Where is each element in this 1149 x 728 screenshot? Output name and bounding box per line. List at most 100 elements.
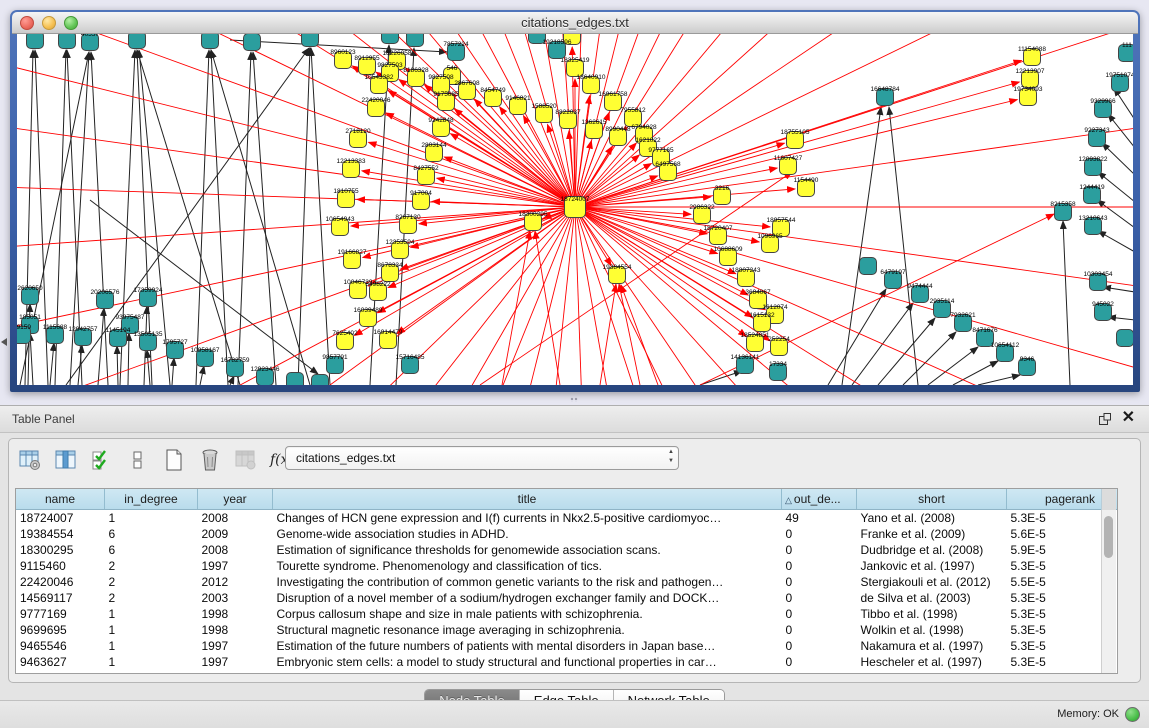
table-scrollbar[interactable] [1101,510,1116,673]
network-canvas[interactable]: 8960123891295518226058982750310543382818… [17,34,1133,385]
column-header-title[interactable]: title [273,489,782,510]
column-header-name[interactable]: name [16,489,105,510]
graph-node[interactable]: 9346 [1019,356,1036,376]
new-column-icon[interactable] [161,447,187,473]
graph-node[interactable]: 8454749 [480,87,506,107]
graph-node[interactable]: 1145194 [106,327,131,347]
graph-node[interactable]: 1810755 [333,188,359,208]
graph-node[interactable]: 3216 [714,185,731,205]
table-row[interactable]: 969969511998Structural magnetic resonanc… [16,622,1118,638]
graph-node[interactable]: 8215358 [1050,201,1076,221]
graph-node[interactable]: 18720407 [704,225,733,245]
graph-node[interactable] [244,34,261,51]
graph-node[interactable]: 9242848 [428,117,454,137]
graph-node[interactable]: 1115688 [43,324,68,344]
graph-node[interactable]: 18724007 [561,196,590,218]
graph-node[interactable]: 8427552 [413,165,439,185]
graph-node[interactable]: 10958167 [191,347,220,367]
graph-node[interactable]: 18807243 [732,267,761,287]
graph-node[interactable]: 945022 [1092,301,1114,321]
graph-node[interactable]: 7857224 [443,41,469,61]
graph-node[interactable] [27,34,44,49]
graph-node[interactable]: 12353594 [386,239,415,259]
select-columns-icon[interactable] [89,447,115,473]
graph-node[interactable]: 7625402 [332,330,358,350]
graph-node[interactable]: 18524851 [741,332,770,352]
show-columns-icon[interactable] [53,447,79,473]
column-header-year[interactable]: year [198,489,273,510]
table-row[interactable]: 946554611997Estimation of the future num… [16,638,1118,654]
graph-node[interactable]: 16033809 [401,34,430,47]
graph-node[interactable]: 8267130 [395,214,421,234]
graph-node[interactable]: 1588520 [531,103,557,123]
table-mode-icon[interactable] [17,447,43,473]
graph-node[interactable]: 17334 [769,361,787,381]
graph-node[interactable] [287,373,304,386]
graph-node[interactable]: 1154490 [794,177,819,197]
table-row[interactable]: 946362711997Embryonic stem cells: a mode… [16,654,1118,670]
close-panel-icon[interactable]: ✕ [1122,409,1135,427]
column-header-short[interactable]: short [857,489,1007,510]
table-row[interactable]: 977716911998Corpus callosum shape and si… [16,606,1118,622]
delete-column-icon[interactable] [197,447,223,473]
row-height-icon[interactable] [125,447,151,473]
graph-node[interactable]: 252254 [768,336,790,356]
graph-node[interactable]: 19734093 [1014,86,1043,106]
graph-node[interactable]: 1096965 [757,233,783,253]
graph-node[interactable]: 19751074 [1106,72,1133,92]
graph-node[interactable] [202,34,219,49]
graph-node[interactable]: 11154088 [1018,46,1046,66]
graph-node[interactable]: 9329966 [1090,98,1116,118]
graph-node[interactable]: 16782759 [221,357,250,377]
panel-divider-handle[interactable] [570,397,578,402]
table-row[interactable]: 1938455462009Genome-wide association stu… [16,526,1118,542]
graph-node[interactable]: 10654112 [991,342,1020,362]
graph-node[interactable]: 19166827 [338,249,367,269]
graph-node[interactable]: 8822037 [555,109,581,129]
graph-node[interactable]: 11607427 [774,155,803,175]
column-header-in_degree[interactable]: in_degree [105,489,198,510]
graph-node[interactable]: 20206576 [91,289,120,309]
table-row[interactable]: 1456911722003Disruption of a novel membe… [16,590,1118,606]
graph-node[interactable]: 10688609 [714,246,743,266]
graph-node[interactable]: 6479197 [880,269,906,289]
window-titlebar[interactable]: citations_edges.txt [12,12,1138,34]
graph-node[interactable]: 8990448 [605,126,631,146]
panel-collapse-arrow[interactable] [1,338,7,346]
graph-node[interactable]: 9227343 [1084,127,1110,147]
graph-node[interactable]: 13210643 [1079,215,1108,235]
graph-node[interactable]: 6497568 [655,161,681,181]
memory-ok-indicator[interactable] [1125,707,1140,722]
graph-node[interactable]: 8960123 [330,49,356,69]
graph-node[interactable]: 111 [1119,42,1134,62]
graph-node[interactable]: 40557 [81,34,99,51]
table-selector-dropdown[interactable]: citations_edges.txt ▲▼ [285,446,679,470]
graph-node[interactable]: 39159 [17,324,31,344]
column-header-out_de[interactable]: △out_de... [782,489,857,510]
graph-node[interactable]: 10654943 [326,216,355,236]
graph-node[interactable]: 15716485 [396,354,425,374]
graph-node[interactable]: 55723 [381,34,399,44]
graph-node[interactable]: 13505135 [134,331,163,351]
graph-node[interactable]: 1244419 [1079,184,1105,204]
delete-table-icon[interactable] [233,447,259,473]
graph-node[interactable]: 14136141 [731,354,760,374]
table-row[interactable]: 911546021997Tourette syndrome. Phenomeno… [16,558,1118,574]
graph-node[interactable]: 2718120 [345,128,371,148]
table-row[interactable]: 1830029562008Estimation of significance … [16,542,1118,558]
graph-node[interactable]: 17359924 [134,287,163,307]
graph-node[interactable]: 12213383 [337,158,366,178]
graph-node[interactable] [1117,330,1134,347]
graph-node[interactable] [312,375,329,386]
graph-node[interactable]: 12093822 [1079,156,1108,176]
graph-node[interactable]: 9146821 [505,95,531,115]
scrollbar-thumb[interactable] [1104,516,1113,558]
graph-node[interactable]: 20691406 [123,34,152,49]
graph-node[interactable]: 169 [59,34,76,49]
table-row[interactable]: 2242004622012Investigating the contribut… [16,574,1118,590]
graph-node[interactable]: 9857791 [322,354,348,374]
graph-node[interactable]: 5498222 [365,281,391,301]
graph-node[interactable]: 917004 [410,190,432,210]
graph-node[interactable]: 12213907 [1016,68,1045,88]
graph-node[interactable] [860,258,877,275]
